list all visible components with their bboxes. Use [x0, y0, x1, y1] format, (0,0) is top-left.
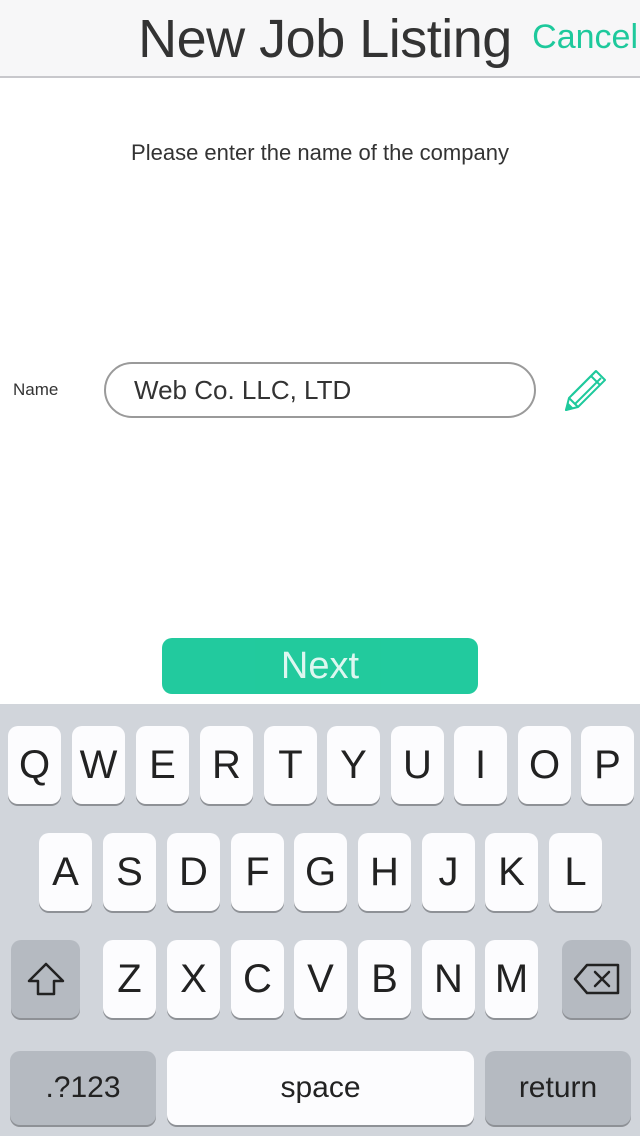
key-n[interactable]: N [422, 940, 475, 1018]
key-z[interactable]: Z [103, 940, 156, 1018]
key-i[interactable]: I [454, 726, 507, 804]
key-x[interactable]: X [167, 940, 220, 1018]
key-g[interactable]: G [294, 833, 347, 911]
key-p[interactable]: P [581, 726, 634, 804]
key-e[interactable]: E [136, 726, 189, 804]
return-key[interactable]: return [485, 1051, 631, 1125]
key-y[interactable]: Y [327, 726, 380, 804]
new-job-listing-screen: New Job Listing Cancel Please enter the … [0, 0, 640, 1136]
space-key[interactable]: space [167, 1051, 474, 1125]
key-l[interactable]: L [549, 833, 602, 911]
company-name-field[interactable] [104, 362, 536, 418]
key-v[interactable]: V [294, 940, 347, 1018]
key-j[interactable]: J [422, 833, 475, 911]
key-t[interactable]: T [264, 726, 317, 804]
key-b[interactable]: B [358, 940, 411, 1018]
key-a[interactable]: A [39, 833, 92, 911]
shift-key[interactable] [11, 940, 80, 1018]
pencil-icon[interactable] [560, 364, 612, 416]
key-k[interactable]: K [485, 833, 538, 911]
key-f[interactable]: F [231, 833, 284, 911]
numbers-key[interactable]: .?123 [10, 1051, 156, 1125]
key-q[interactable]: Q [8, 726, 61, 804]
key-s[interactable]: S [103, 833, 156, 911]
navigation-bar: New Job Listing Cancel [0, 0, 640, 78]
backspace-icon [573, 963, 619, 995]
key-h[interactable]: H [358, 833, 411, 911]
shift-arrow-icon [27, 962, 64, 996]
cancel-button[interactable]: Cancel [532, 18, 638, 57]
next-button-label: Next [280, 644, 360, 687]
key-u[interactable]: U [391, 726, 444, 804]
key-w[interactable]: W [72, 726, 125, 804]
key-r[interactable]: R [200, 726, 253, 804]
key-c[interactable]: C [231, 940, 284, 1018]
instruction-text: Please enter the name of the company [131, 140, 509, 165]
name-label: Name [13, 380, 59, 399]
next-button[interactable]: Next [162, 638, 478, 694]
key-d[interactable]: D [167, 833, 220, 911]
delete-key[interactable] [562, 940, 631, 1018]
key-o[interactable]: O [518, 726, 571, 804]
key-m[interactable]: M [485, 940, 538, 1018]
onscreen-keyboard: Q W E R T Y U I O P A S D F G H J K L Z … [0, 704, 640, 1136]
company-name-input[interactable] [134, 374, 534, 406]
